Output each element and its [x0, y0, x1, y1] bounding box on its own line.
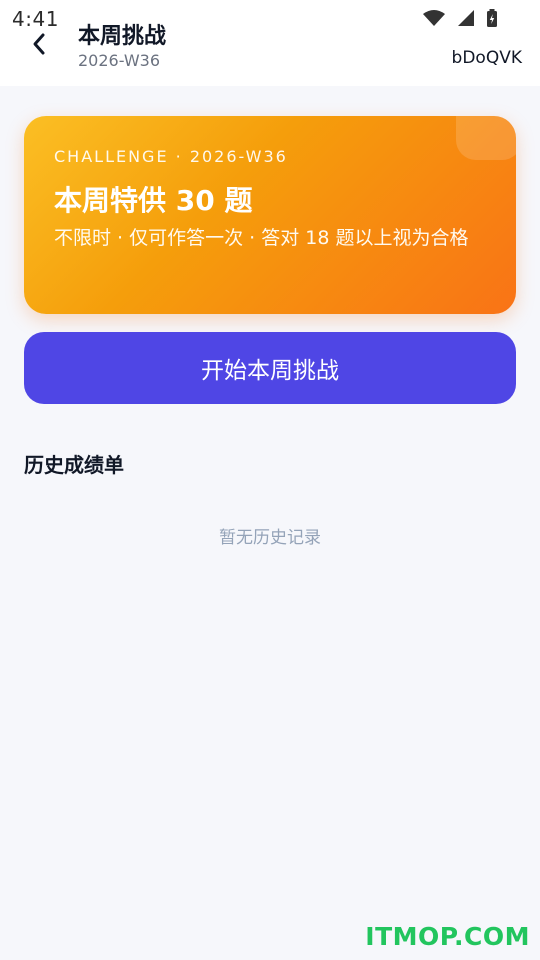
wifi-icon: [423, 10, 445, 26]
card-decoration: [456, 116, 516, 160]
challenge-title: 本周特供 30 题: [54, 184, 253, 217]
user-code: bDoQVK: [451, 48, 522, 68]
challenge-label: CHALLENGE · 2026-W36: [54, 147, 288, 166]
header: 4:41 本周挑战 2026-W36 bDoQVK: [0, 0, 540, 86]
start-challenge-button[interactable]: 开始本周挑战: [24, 332, 516, 404]
status-icons: [422, 8, 498, 28]
site-watermark: ITMOP.COM: [365, 922, 530, 951]
back-icon: [33, 33, 45, 55]
challenge-card: CHALLENGE · 2026-W36 本周特供 30 题 不限时 · 仅可作…: [24, 116, 516, 314]
back-button[interactable]: [25, 30, 53, 58]
challenge-description: 不限时 · 仅可作答一次 · 答对 18 题以上视为合格: [54, 227, 469, 249]
history-empty-text: 暂无历史记录: [219, 528, 321, 548]
signal-icon: [458, 10, 474, 26]
status-time: 4:41: [12, 7, 59, 31]
history-heading: 历史成绩单: [24, 453, 124, 477]
battery-icon: [487, 9, 497, 27]
page-title: 本周挑战: [78, 24, 167, 49]
week-subtitle: 2026-W36: [78, 51, 161, 70]
